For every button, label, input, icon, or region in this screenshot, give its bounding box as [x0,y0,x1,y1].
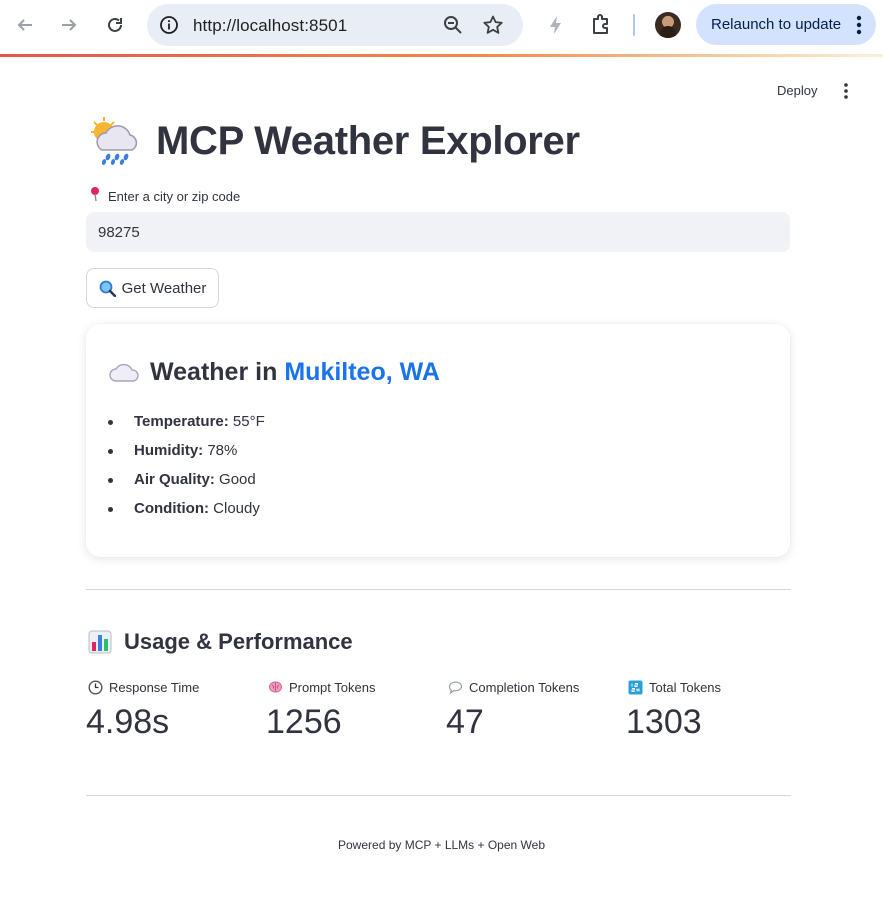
metric-prompt-tokens: Prompt Tokens 1256 [266,678,376,742]
list-item: Air Quality: Good [108,470,265,499]
divider [86,795,791,796]
profile-avatar[interactable] [655,12,681,38]
url-text[interactable]: http://localhost:8501 [193,16,347,36]
bar-chart-icon [88,630,112,654]
sun-behind-rain-cloud-icon [91,117,138,165]
stat-value: Cloudy [213,500,260,517]
forward-button[interactable] [54,10,84,40]
usage-title: Usage & Performance [124,629,353,654]
list-item: Temperature: 55°F [108,412,265,441]
get-weather-button[interactable]: Get Weather [86,268,219,308]
metric-label: Total Tokens [649,679,722,695]
stat-label: Condition: [134,500,209,517]
round-pushpin-icon [91,187,99,202]
stat-value: Good [219,471,256,488]
weather-card: Weather in Mukilteo, WA Temperature: 55°… [86,324,790,557]
metric-label: Prompt Tokens [289,679,376,695]
relaunch-label: Relaunch to update [711,16,842,33]
weather-heading: Weather in Mukilteo, WA [109,358,440,387]
address-bar[interactable]: http://localhost:8501 [147,4,523,46]
speech-bubble-icon [448,680,463,695]
metric-completion-tokens: Completion Tokens 47 [446,678,580,742]
zoom-out-icon[interactable] [443,15,463,35]
browser-toolbar: http://localhost:8501 Relaunch to update [0,0,883,57]
reload-icon [108,17,122,32]
get-weather-label: Get Weather [121,279,207,297]
brain-icon [268,680,283,693]
metric-value: 4.98s [86,703,170,741]
deploy-button[interactable]: Deploy [777,83,817,98]
more-vert-icon[interactable] [856,15,862,35]
city-input-label-text: Enter a city or zip code [108,188,241,204]
weather-stats-list: Temperature: 55°F Humidity: 78% Air Qual… [108,412,265,528]
weather-heading-prefix: Weather in [150,358,278,386]
bookmark-star-icon[interactable] [482,14,504,36]
stat-value: 55°F [232,413,265,430]
magnifying-glass-icon [99,280,116,297]
arrow-left-icon [17,19,32,31]
divider [86,589,791,590]
relaunch-button[interactable]: Relaunch to update [696,4,876,45]
stat-label: Humidity: [134,442,204,459]
metric-value: 47 [446,703,484,741]
site-info-icon[interactable] [159,15,179,35]
metric-label: Completion Tokens [469,679,580,695]
metric-label: Response Time [109,679,200,695]
list-item: Condition: Cloudy [108,499,265,528]
city-input-label: Enter a city or zip code [89,187,241,204]
page-title-row: MCP Weather Explorer [88,116,580,166]
arrow-right-icon [62,19,77,31]
cloud-icon [109,363,139,382]
lightning-icon[interactable] [545,14,567,36]
metric-value: 1256 [266,703,342,741]
clock-icon [88,679,103,695]
reload-button[interactable] [100,10,130,40]
extensions-puzzle-icon[interactable] [590,12,614,36]
page-title: MCP Weather Explorer [156,118,580,163]
stat-label: Temperature: [134,413,229,430]
metric-total-tokens: Total Tokens 1303 [626,678,722,742]
footer-text: Powered by MCP + LLMs + Open Web [338,838,545,852]
list-item: Humidity: 78% [108,441,265,470]
loading-accent-line [0,54,883,57]
back-button[interactable] [10,10,40,40]
usage-heading: Usage & Performance [88,629,353,655]
metric-value: 1303 [626,703,702,741]
city-input[interactable] [86,212,790,252]
stat-value: 78% [207,442,238,459]
stat-label: Air Quality: [134,471,215,488]
numbers-icon [628,680,643,694]
main-menu-icon[interactable] [838,82,854,100]
toolbar-separator [633,14,635,36]
weather-city: Mukilteo, WA [284,358,440,386]
metric-response-time: Response Time 4.98s [86,678,200,742]
